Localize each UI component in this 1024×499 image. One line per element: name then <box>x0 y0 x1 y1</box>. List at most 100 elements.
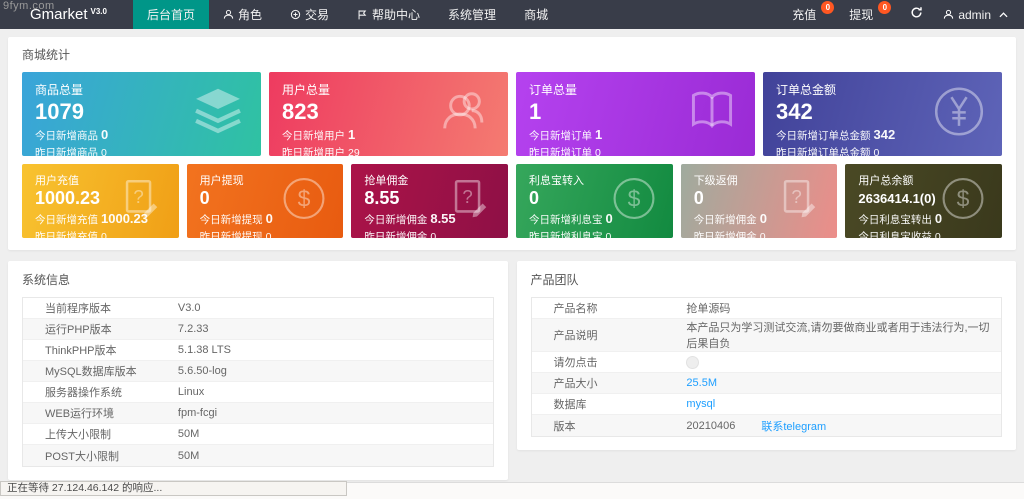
stat-card-yesterday: 昨日新增提现 0 <box>199 230 272 238</box>
info-value-cell: V3.0 <box>178 302 493 314</box>
svg-text:?: ? <box>792 186 802 207</box>
info-row: ThinkPHP版本 5.1.38 LTS <box>23 340 493 361</box>
stat-card: 用户总量 823 今日新增用户 1 昨日新增用户 29 <box>269 72 508 156</box>
info-value-cell: 抢单源码 <box>686 300 1001 316</box>
info-row: 运行PHP版本 7.2.33 <box>23 319 493 340</box>
info-row: 当前程序版本 V3.0 <box>23 298 493 319</box>
brand-version: V3.0 <box>90 7 107 16</box>
info-value: 7.2.33 <box>177 323 209 335</box>
info-link[interactable]: 联系telegram <box>761 418 826 434</box>
withdraw-badge: 0 <box>878 1 892 14</box>
info-value: Linux <box>177 386 205 398</box>
browser-status-bar: 正在等待 27.124.46.142 的响应... <box>0 481 347 496</box>
refresh-button[interactable] <box>898 0 935 29</box>
nav-item[interactable]: 角色 <box>209 0 276 29</box>
bottom-section: 系统信息 当前程序版本 V3.0 运行PHP版本 7.2.33 ThinkPHP版本 5.… <box>8 261 1016 480</box>
username: admin <box>958 7 991 22</box>
nav-item[interactable]: 交易 <box>276 0 343 29</box>
info-row: 产品说明 本产品只为学习测试交流,请勿要做商业或者用于违法行为,一切后果自负 <box>531 319 1001 352</box>
info-value-cell: 50M <box>178 428 493 440</box>
product-team-table: 产品名称 抢单源码产品说明 本产品只为学习测试交流,请勿要做商业或者用于违法行为,一… <box>530 297 1002 437</box>
info-value-cell: Linux <box>178 386 493 398</box>
stat-card: 利息宝转入 0 今日新增利息宝 0 昨日新增利息宝 0 $ <box>516 164 673 238</box>
info-value: 本产品只为学习测试交流,请勿要做商业或者用于违法行为,一切后果自负 <box>686 322 990 350</box>
recharge-button[interactable]: 充值 0 <box>784 0 841 29</box>
info-label: 当前程序版本 <box>45 303 111 315</box>
doc-question-icon: ? <box>117 176 163 227</box>
do-not-click-icon[interactable] <box>686 355 700 369</box>
stat-card-yesterday: 昨日新增利息宝 0 <box>529 230 612 238</box>
nav-item-label: 角色 <box>238 8 263 22</box>
info-value: 5.1.38 LTS <box>177 344 231 356</box>
transaction-icon <box>290 9 301 20</box>
info-label: 上传大小限制 <box>45 429 111 441</box>
info-row: 产品名称 抢单源码 <box>531 298 1001 319</box>
stat-card-yesterday: 昨日新增订单总金额 0 <box>776 147 880 156</box>
chevron-up-icon <box>999 11 1008 18</box>
nav-right: 充值 0 提现 0 admin <box>784 0 1024 29</box>
info-link[interactable]: mysql <box>686 398 715 410</box>
svg-text:$: $ <box>627 185 640 211</box>
info-value: 5.6.50-log <box>177 365 227 377</box>
recharge-label: 充值 <box>792 8 817 22</box>
stat-card-yesterday: 昨日新增订单 0 <box>529 147 601 156</box>
stats-row-1: 商品总量 1079 今日新增商品 0 昨日新增商品 0 用户总量 823 今日新增用户 1 昨日新增… <box>22 72 1002 156</box>
stat-card: 用户总余额 2636414.1(0) 今日利息宝转出 0 今日利息宝收益 0 $ <box>845 164 1003 238</box>
nav-item-label: 商城 <box>524 8 549 22</box>
info-value: V3.0 <box>177 302 201 314</box>
info-label: POST大小限制 <box>45 450 119 463</box>
info-label: 运行PHP版本 <box>45 324 112 336</box>
yen-icon <box>932 85 986 144</box>
info-link[interactable]: 25.5M <box>686 377 717 389</box>
user-menu[interactable]: admin <box>935 0 1016 29</box>
info-value-cell: fpm-fcgi <box>178 407 493 419</box>
info-label: WEB运行环境 <box>45 408 115 420</box>
stat-card: 抢单佣金 8.55 今日新增佣金 8.55 昨日新增佣金 0? <box>351 164 509 238</box>
info-label: 产品名称 <box>553 303 598 315</box>
stat-card-yesterday: 昨日新增商品 0 <box>35 147 107 156</box>
info-value-cell: 20210406 联系telegram <box>686 418 1001 434</box>
info-row: 请勿点击 <box>531 352 1001 373</box>
recharge-badge: 0 <box>821 1 835 14</box>
info-value: 50M <box>177 449 200 462</box>
stats-row-2: 用户充值 1000.23 今日新增充值 1000.23 昨日新增充值 0? 用户提现 0 今日新… <box>22 164 1003 238</box>
info-value-cell: 本产品只为学习测试交流,请勿要做商业或者用于违法行为,一切后果自负 <box>686 319 1001 351</box>
stat-card: 商品总量 1079 今日新增商品 0 昨日新增商品 0 <box>22 72 261 156</box>
stat-card-yesterday: 昨日新增用户 29 <box>282 147 360 156</box>
stat-card-yesterday: 昨日新增充值 0 <box>35 230 107 238</box>
info-label: 数据库 <box>553 399 587 411</box>
info-value-cell <box>686 355 1001 369</box>
system-info-panel: 系统信息 当前程序版本 V3.0 运行PHP版本 7.2.33 ThinkPHP版本 5.… <box>8 261 508 480</box>
info-row: 服务器操作系统 Linux <box>23 382 493 403</box>
nav-item-label: 交易 <box>305 8 330 22</box>
info-value-cell: mysql <box>686 398 1001 410</box>
nav-item[interactable]: 商城 <box>510 0 562 29</box>
svg-text:?: ? <box>133 186 143 207</box>
stats-panel-title: 商城统计 <box>22 48 71 62</box>
info-row: 版本 20210406 联系telegram <box>531 415 1001 436</box>
top-navbar: Gmarket V3.0 后台首页 角色 交易 帮助中心 系统管理 商城 充值 0 提现 0… <box>0 0 1024 29</box>
user-icon <box>943 9 954 20</box>
user-icon <box>223 9 234 20</box>
book-icon <box>685 85 739 144</box>
info-row: POST大小限制 50M <box>23 445 493 466</box>
info-row: MySQL数据库版本 5.6.50-log <box>23 361 493 382</box>
dollar-icon: $ <box>611 176 657 227</box>
info-value-cell: 7.2.33 <box>178 323 493 335</box>
withdraw-label: 提现 <box>849 8 874 22</box>
product-team-title: 产品团队 <box>530 273 579 287</box>
stat-card: 下级返佣 0 今日新增佣金 0 昨日新增佣金 0? <box>680 164 838 238</box>
info-row: 数据库 mysql <box>531 394 1001 415</box>
stat-card-yesterday: 今日利息宝收益 0 <box>858 231 941 238</box>
nav-item-label: 帮助中心 <box>372 8 421 22</box>
withdraw-button[interactable]: 提现 0 <box>841 0 898 29</box>
info-value-cell: 5.6.50-log <box>178 365 493 377</box>
nav-item[interactable]: 帮助中心 <box>343 0 434 29</box>
stats-panel: 商城统计 商品总量 1079 今日新增商品 0 昨日新增商品 0 用户总量 823 今日新增用户… <box>8 37 1016 250</box>
info-value-cell: 25.5M <box>686 377 1001 389</box>
info-value: 50M <box>177 428 200 440</box>
nav-item[interactable]: 后台首页 <box>132 0 209 29</box>
system-info-table: 当前程序版本 V3.0 运行PHP版本 7.2.33 ThinkPHP版本 5.1.38 … <box>22 297 494 467</box>
stat-card: 订单总量 1 今日新增订单 1 昨日新增订单 0 <box>516 72 755 156</box>
nav-item[interactable]: 系统管理 <box>434 0 510 29</box>
